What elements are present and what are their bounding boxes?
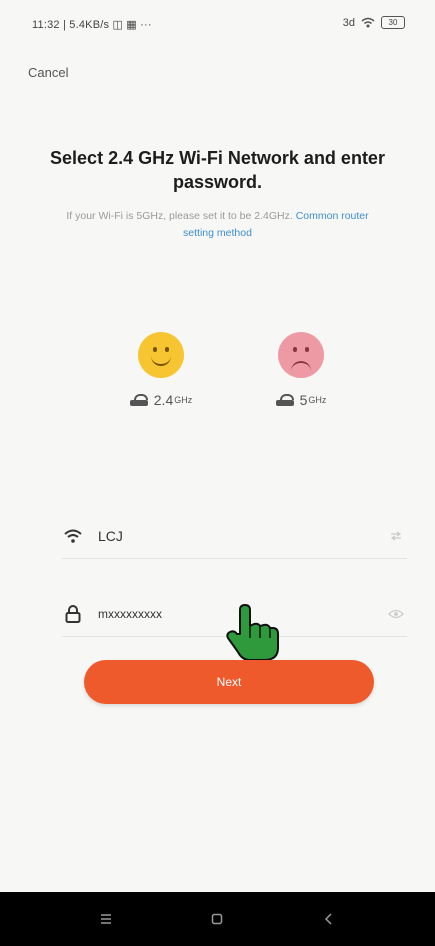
wifi-icon xyxy=(62,525,84,547)
page-title: Select 2.4 GHz Wi-Fi Network and enter p… xyxy=(50,148,385,192)
band-2-4ghz: 2.4 GHz xyxy=(116,332,206,408)
band-value: 5 xyxy=(299,392,308,408)
router-icon xyxy=(129,394,148,406)
band-5ghz: 5 GHz xyxy=(256,332,346,408)
band-label-5ghz: 5 GHz xyxy=(256,392,346,408)
subtitle-text: If your Wi-Fi is 5GHz, please set it to … xyxy=(66,210,293,222)
wifi-status-icon xyxy=(361,17,375,28)
band-value: 2.4 xyxy=(153,392,174,408)
switch-network-icon[interactable] xyxy=(385,525,407,547)
home-icon[interactable] xyxy=(197,904,237,934)
page-subtitle: If your Wi-Fi is 5GHz, please set it to … xyxy=(60,208,375,242)
menu-icon[interactable] xyxy=(86,904,126,934)
next-button[interactable]: Next xyxy=(84,660,374,704)
lock-icon xyxy=(62,603,84,625)
status-icons: 3d 30 xyxy=(343,16,405,29)
smile-icon xyxy=(138,332,184,378)
band-unit: GHz xyxy=(174,395,193,405)
pointer-hand-icon xyxy=(226,604,279,661)
status-time: 11:32 | 5.4KB/s ◫ ▦ ··· xyxy=(32,19,152,31)
back-icon[interactable] xyxy=(309,904,349,934)
status-bar: 11:32 | 5.4KB/s ◫ ▦ ··· 3d 30 xyxy=(0,0,435,56)
sad-icon xyxy=(278,332,324,378)
battery-icon: 30 xyxy=(381,16,405,29)
eye-icon[interactable] xyxy=(385,603,407,625)
band-label-2-4ghz: 2.4 GHz xyxy=(116,392,206,408)
router-icon xyxy=(275,394,294,406)
cancel-button[interactable]: Cancel xyxy=(28,65,68,80)
band-unit: GHz xyxy=(308,395,327,405)
wifi-name-field[interactable]: LCJ xyxy=(62,514,407,559)
navigation-bar xyxy=(0,892,435,946)
wifi-name-value[interactable]: LCJ xyxy=(98,528,385,544)
signal-icon: 3d xyxy=(342,16,355,29)
